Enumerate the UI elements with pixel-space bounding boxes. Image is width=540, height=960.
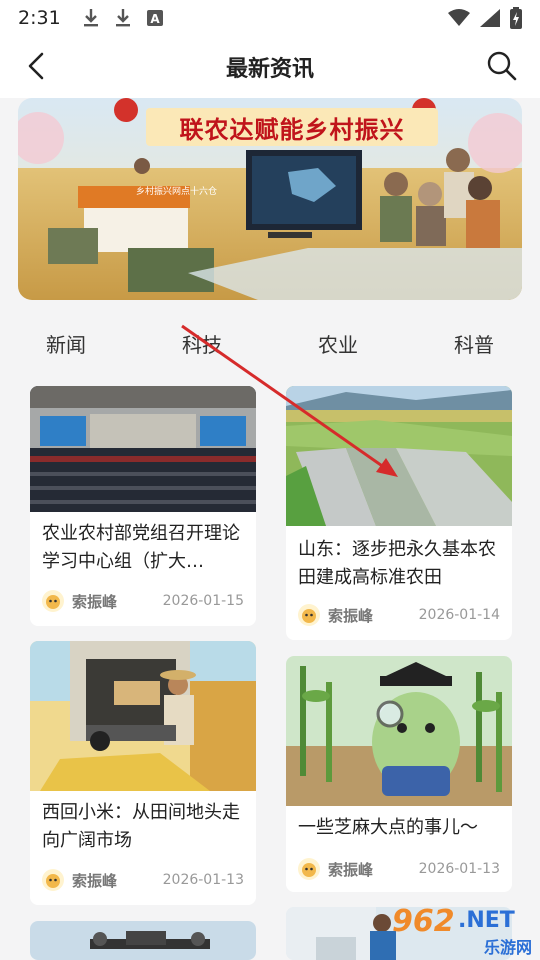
avatar-mascot-icon	[46, 874, 60, 888]
article-date: 2026-01-13	[418, 861, 500, 877]
article-card[interactable]	[30, 921, 256, 960]
watermark-net: .NET	[458, 908, 515, 933]
author-name: 索振峰	[72, 592, 118, 611]
article-thumbnail	[30, 386, 256, 512]
status-notification-icons: A	[83, 8, 163, 28]
article-meta: 索振峰 2026-01-15	[42, 590, 244, 612]
chevron-left-icon	[28, 52, 44, 80]
article-title: 一些芝麻大点的事儿～	[298, 817, 478, 838]
article-card[interactable]: 一些芝麻大点的事儿～ 索振峰 2026-01-13	[286, 656, 512, 892]
page-title: 最新资讯	[225, 57, 314, 82]
article-date: 2026-01-13	[162, 872, 244, 888]
status-time: 2:31	[18, 7, 61, 29]
author-avatar	[42, 869, 64, 891]
author-avatar	[42, 590, 64, 612]
top-navigation-bar: 最新资讯	[0, 36, 540, 98]
article-date: 2026-01-15	[162, 593, 244, 609]
article-thumbnail	[30, 641, 256, 791]
search-icon	[487, 51, 517, 81]
battery-charging-icon	[510, 7, 522, 29]
article-meta: 索振峰 2026-01-13	[42, 869, 244, 891]
watermark-number: 962	[392, 904, 455, 939]
a-badge-icon: A	[146, 10, 163, 26]
back-button[interactable]	[20, 50, 52, 82]
tab-news[interactable]: 新闻	[46, 329, 86, 358]
article-thumbnail	[286, 656, 512, 806]
article-meta: 索振峰 2026-01-13	[298, 858, 500, 880]
tab-agriculture[interactable]: 农业	[318, 329, 358, 358]
signal-icon	[480, 9, 500, 27]
status-bar: 2:31 A	[0, 0, 540, 36]
watermark-site-name: 乐游网	[483, 938, 532, 957]
kiosk-sign: 乡村振兴网点十六仓	[136, 185, 217, 197]
article-title: 西回小米：从田间地头走向广阔市场	[42, 802, 240, 851]
author-name: 索振峰	[72, 871, 118, 890]
article-thumbnail	[30, 921, 256, 960]
banner-carousel[interactable]: 乡村振兴网点十六仓 联农达赋能乡村振兴	[18, 98, 522, 300]
avatar-mascot-icon	[46, 595, 60, 609]
article-card[interactable]: 西回小米：从田间地头走向广阔市场 索振峰 2026-01-13	[30, 641, 256, 905]
download-icon	[83, 9, 98, 27]
article-title: 农业农村部党组召开理论学习中心组（扩大…	[42, 523, 240, 572]
site-watermark-logo: 962 .NET 乐游网	[392, 904, 532, 958]
author-avatar	[298, 858, 320, 880]
tab-science[interactable]: 科普	[454, 329, 494, 358]
svg-text:A: A	[150, 12, 160, 26]
avatar-mascot-icon	[302, 609, 316, 623]
search-button[interactable]	[484, 48, 520, 84]
author-avatar	[298, 604, 320, 626]
article-card[interactable]: 山东：逐步把永久基本农田建成高标准农田 索振峰 2026-01-14	[286, 386, 512, 640]
author-name: 索振峰	[328, 860, 374, 879]
wifi-icon	[448, 9, 470, 26]
tab-technology[interactable]: 科技	[182, 329, 222, 358]
avatar-mascot-icon	[302, 863, 316, 877]
article-thumbnail	[286, 386, 512, 526]
banner-title: 联农达赋能乡村振兴	[146, 108, 438, 146]
download-icon	[115, 9, 130, 27]
article-meta: 索振峰 2026-01-14	[298, 604, 500, 626]
article-card[interactable]: 农业农村部党组召开理论学习中心组（扩大… 索振峰 2026-01-15	[30, 386, 256, 626]
article-date: 2026-01-14	[418, 607, 500, 623]
author-name: 索振峰	[328, 606, 374, 625]
status-system-icons	[448, 7, 522, 29]
article-title: 山东：逐步把永久基本农田建成高标准农田	[298, 539, 496, 588]
category-tabs: 新闻 科技 农业 科普	[0, 318, 540, 368]
